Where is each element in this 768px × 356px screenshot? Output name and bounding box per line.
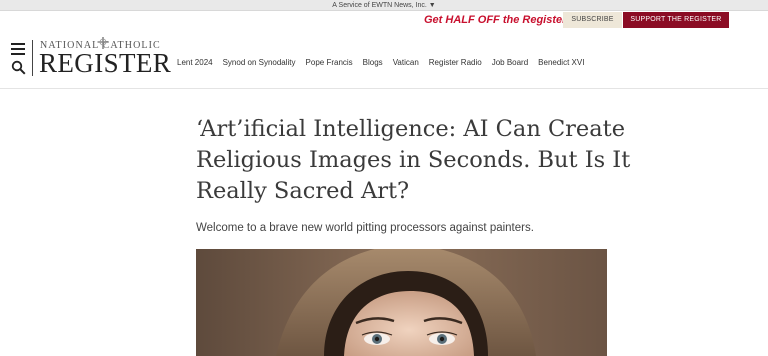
nav-item-blogs[interactable]: Blogs	[363, 57, 383, 69]
nav-item-register-radio[interactable]: Register Radio	[429, 57, 482, 69]
article-headline: ‘Art’ificial Intelligence: AI Can Create…	[196, 116, 631, 204]
logo-rule	[32, 40, 33, 76]
nav-item-pope-francis[interactable]: Pope Francis	[306, 57, 353, 69]
promo-link[interactable]: Get HALF OFF the Register!	[424, 14, 570, 26]
main-nav: Lent 2024 Synod on Synodality Pope Franc…	[177, 57, 594, 69]
nav-item-job-board[interactable]: Job Board	[492, 57, 528, 69]
subscribe-button[interactable]: SUBSCRIBE	[563, 12, 622, 28]
nav-item-lent-2024[interactable]: Lent 2024	[177, 57, 213, 69]
top-service-bar: A Service of EWTN News, Inc. ▼	[0, 0, 768, 11]
article-dek: Welcome to a brave new world pitting pro…	[196, 222, 534, 234]
hero-image	[196, 249, 607, 356]
header-divider	[0, 88, 768, 89]
hamburger-menu-icon[interactable]	[11, 43, 25, 55]
nav-item-benedict-xvi[interactable]: Benedict XVI	[538, 57, 584, 69]
nav-item-vatican[interactable]: Vatican	[393, 57, 419, 69]
ewtn-service-link[interactable]: A Service of EWTN News, Inc. ▼	[0, 0, 768, 11]
nav-item-synod[interactable]: Synod on Synodality	[223, 57, 296, 69]
logo-main-text: REGISTER	[39, 48, 172, 78]
site-logo[interactable]: NATIONAL CATHOLIC REGISTER	[32, 36, 172, 78]
support-button[interactable]: SUPPORT THE REGISTER	[623, 12, 729, 28]
search-icon[interactable]	[11, 60, 26, 75]
